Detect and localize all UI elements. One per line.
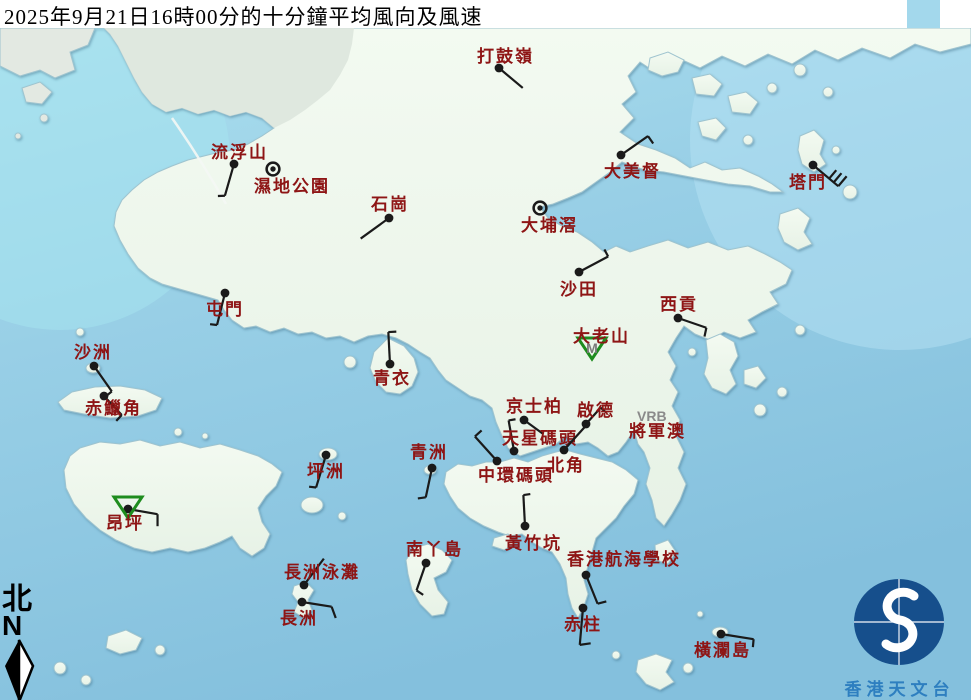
station-label: 長洲 — [280, 609, 318, 628]
station-label: 赤柱 — [564, 614, 602, 634]
station-dot — [809, 161, 818, 170]
station-dot — [493, 457, 502, 466]
wind-map-screen: 打鼓嶺流浮山濕地公園石崗大美督塔門大埔滘沙田西貢M大老山屯門沙洲赤鱲角青衣京士柏… — [0, 0, 971, 700]
islet — [174, 428, 182, 436]
station-label: 沙洲 — [74, 343, 112, 362]
wind-barb-feather — [523, 494, 530, 495]
station-label: 中環碼頭 — [478, 465, 554, 485]
station-label: 沙田 — [560, 280, 598, 299]
islet — [54, 662, 66, 674]
ma-wan-island — [344, 356, 356, 368]
islet — [612, 651, 620, 659]
hei-ling-chau-island — [301, 497, 323, 513]
wind-barb-feather — [509, 419, 516, 420]
map-title: 2025年9月21日16時00分的十分鐘平均風向及風速 — [4, 1, 483, 31]
station-dot — [521, 522, 530, 531]
islet — [155, 645, 165, 655]
station-label: 打鼓嶺 — [477, 46, 534, 66]
station-label: 坪洲 — [307, 462, 345, 481]
basalt-island — [777, 387, 787, 397]
station-dot — [322, 451, 331, 460]
station-label: 青衣 — [373, 368, 411, 388]
station-label: 西貢 — [660, 295, 698, 314]
station-label: 大美督 — [604, 161, 661, 181]
station-dot — [428, 464, 437, 473]
station-label: 啟德 — [577, 400, 615, 420]
station-label: 大老山 — [573, 326, 630, 346]
hko-logo-icon — [828, 578, 971, 668]
sunshine-island — [338, 512, 346, 520]
station-dot — [575, 268, 584, 277]
hko-logo: 香港天文台 HONG KONG OBSERVATORY — [828, 578, 971, 700]
station-label: 大埔滘 — [521, 215, 578, 235]
north-letter: N — [2, 614, 42, 638]
station-label: 京士柏 — [506, 396, 563, 416]
station-dot — [385, 214, 394, 223]
station-dot — [617, 151, 626, 160]
hko-logo-chinese: 香港天文台 — [828, 675, 971, 700]
islet — [40, 114, 48, 122]
islet — [743, 135, 753, 145]
station-dot — [717, 630, 726, 639]
wind-barb-feather — [418, 497, 426, 498]
station-label: 將軍澳 — [629, 421, 686, 441]
station-label: 流浮山 — [211, 142, 268, 162]
wind-barb-feather — [309, 487, 316, 488]
station-label: 南丫島 — [406, 539, 463, 559]
station-dot — [90, 362, 99, 371]
title-bar: 2025年9月21日16時00分的十分鐘平均風向及風速 — [0, 0, 971, 28]
station-dot — [579, 604, 588, 613]
islet — [81, 675, 91, 685]
wind-barb-feather — [210, 324, 217, 325]
station-label: 長洲泳灘 — [284, 562, 360, 582]
title-bar-gap — [907, 0, 940, 28]
calm-inner-dot — [537, 205, 542, 210]
station-dot — [674, 314, 683, 323]
port-island — [843, 185, 857, 199]
islet — [823, 87, 833, 97]
station-label: 黃竹坑 — [504, 533, 562, 553]
islet — [794, 64, 806, 76]
station-label: 赤鱲角 — [85, 398, 142, 418]
station-label: 昂坪 — [106, 514, 144, 533]
islet — [832, 146, 840, 154]
lung-kwu-chau-island — [76, 328, 84, 336]
sharp-island — [688, 348, 696, 356]
bluff-island — [754, 404, 766, 416]
wind-barb-feather — [580, 643, 591, 645]
station-dot — [221, 289, 230, 298]
islet — [767, 83, 777, 93]
station-dot — [298, 598, 307, 607]
islet — [795, 325, 805, 335]
wind-barb-feather — [753, 639, 754, 647]
station-dot — [560, 446, 569, 455]
map: 打鼓嶺流浮山濕地公園石崗大美督塔門大埔滘沙田西貢M大老山屯門沙洲赤鱲角青衣京士柏… — [0, 0, 971, 700]
station-label: 天星碼頭 — [502, 429, 578, 448]
islet — [697, 611, 703, 617]
station-label: 石崗 — [370, 195, 409, 214]
station-dot — [582, 571, 591, 580]
station-label: 香港航海學校 — [567, 549, 681, 569]
calm-inner-dot — [270, 166, 275, 171]
islet — [15, 133, 21, 139]
islet — [202, 433, 208, 439]
station-label: 屯門 — [206, 299, 244, 319]
station-label: 橫瀾島 — [694, 640, 751, 660]
islet — [683, 663, 693, 673]
station-dot — [520, 416, 529, 425]
north-arrow-icon — [2, 638, 36, 700]
station-label: 濕地公園 — [254, 176, 330, 196]
north-compass: 北 N — [2, 586, 42, 700]
station-dot — [386, 360, 395, 369]
station-label: 青洲 — [410, 442, 448, 462]
station-dot — [422, 559, 431, 568]
station-label: 塔門 — [789, 172, 827, 192]
